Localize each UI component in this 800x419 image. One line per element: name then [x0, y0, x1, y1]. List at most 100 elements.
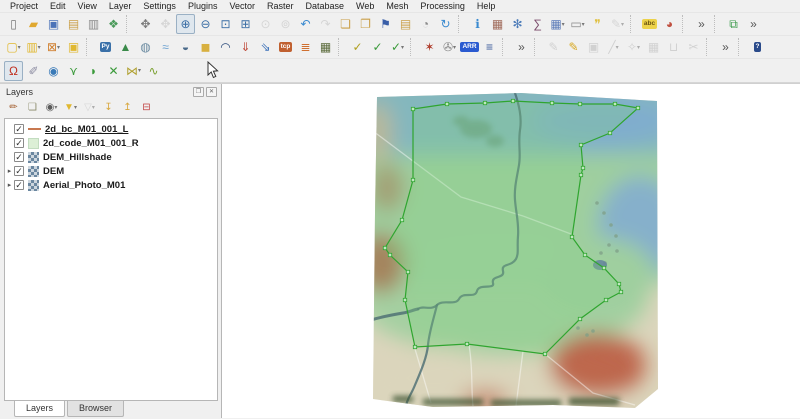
new-bookmark-icon[interactable]: ⚑	[376, 14, 395, 34]
modify-attributes-icon[interactable]: ▦	[644, 37, 663, 57]
zoom-to-selection-icon[interactable]: ⊙	[256, 14, 275, 34]
dropdown-arrow-icon[interactable]: ▾	[453, 44, 456, 51]
save-edits-icon[interactable]: ▣	[584, 37, 603, 57]
dropdown-arrow-icon[interactable]: ▾	[582, 21, 585, 28]
layout-manager-icon[interactable]: ▥	[84, 14, 103, 34]
enable-snapping-icon[interactable]: Ω	[4, 60, 23, 81]
layer-visibility-checkbox[interactable]: ✓	[14, 152, 24, 162]
export-features-icon[interactable]: ⇘	[256, 37, 275, 57]
current-edits-icon[interactable]: ✎	[544, 37, 563, 57]
zoom-full-icon[interactable]: ⊞	[236, 14, 255, 34]
new-project-icon[interactable]: ▯	[4, 14, 23, 34]
refresh-icon[interactable]: ↻	[436, 14, 455, 34]
tab-layers[interactable]: Layers	[14, 401, 66, 417]
menu-settings[interactable]: Settings	[137, 1, 182, 11]
menu-web[interactable]: Web	[350, 1, 380, 11]
layer-item[interactable]: ▸ ✓ DEM	[5, 164, 217, 178]
layer-item[interactable]: ▸ ✓ Aerial_Photo_M01	[5, 178, 217, 192]
dropdown-arrow-icon[interactable]: ▾	[637, 44, 640, 51]
new-print-layout-icon[interactable]: ▤	[64, 14, 83, 34]
expander-icon[interactable]: ▸	[5, 167, 14, 175]
close-panel-button[interactable]: ✕	[206, 87, 217, 97]
toolbar-overflow-4[interactable]: »	[716, 37, 735, 57]
zoom-out-icon[interactable]: ⊖	[196, 14, 215, 34]
import-features-icon[interactable]: ⇓	[236, 37, 255, 57]
zoom-in-icon[interactable]: ⊕	[176, 14, 195, 34]
dropdown-arrow-icon[interactable]: ▾	[92, 104, 95, 111]
toolbar-overflow-1[interactable]: »	[692, 14, 711, 34]
select-features-icon[interactable]: ▢ ▾	[4, 37, 23, 57]
zoom-next-icon[interactable]: ↷	[316, 14, 335, 34]
manage-map-themes-icon[interactable]: ◉ ▾	[43, 99, 60, 116]
menu-plugins[interactable]: Plugins	[182, 1, 224, 11]
cut-features-icon[interactable]: ✂	[684, 37, 703, 57]
dropdown-arrow-icon[interactable]: ▾	[57, 44, 60, 51]
pan-map-icon[interactable]: ✥	[136, 14, 155, 34]
statistical-summary-icon[interactable]: ▦	[488, 14, 507, 34]
diagram-toolbar-icon[interactable]: ◕	[660, 14, 679, 34]
zoom-to-layer-icon[interactable]: ⊚	[276, 14, 295, 34]
select-by-value-icon[interactable]: ▥ ▾	[24, 37, 43, 57]
layer-item[interactable]: ▸✓2d_code_M01_001_R	[5, 136, 217, 150]
layer-visibility-checkbox[interactable]: ✓	[14, 138, 24, 148]
add-layer-icon[interactable]: ⧉	[724, 14, 743, 34]
open-project-icon[interactable]: ▰	[24, 14, 43, 34]
layer-visibility-checkbox[interactable]: ✓	[14, 166, 24, 176]
style-manager-icon[interactable]: ❖	[104, 14, 123, 34]
layer-visibility-checkbox[interactable]: ✓	[14, 124, 24, 134]
dropdown-arrow-icon[interactable]: ▾	[54, 104, 57, 111]
arr-plugin-icon[interactable]: ARR	[460, 37, 479, 57]
layer-styling-icon[interactable]: ≣	[296, 37, 315, 57]
menu-help[interactable]: Help	[471, 1, 502, 11]
check-validity-icon[interactable]: ✓	[368, 37, 387, 57]
filter-legend-icon[interactable]: ▼ ▾	[62, 99, 79, 116]
map-canvas[interactable]	[222, 84, 800, 418]
cross-tool-icon[interactable]: ✕	[104, 61, 123, 81]
data-table-plugin-icon[interactable]: ≡	[480, 37, 499, 57]
measure-icon[interactable]: ▭ ▾	[568, 14, 587, 34]
menu-edit[interactable]: Edit	[44, 1, 72, 11]
attribute-table-icon[interactable]: ▦ ▾	[548, 14, 567, 34]
tab-browser[interactable]: Browser	[67, 401, 125, 417]
layer-visibility-checkbox[interactable]: ✓	[14, 180, 24, 190]
filter-by-expression-icon[interactable]: ▽ ▾	[81, 99, 98, 116]
layer-item[interactable]: ▸✓2d_bc_M01_001_L	[5, 122, 217, 136]
tcp-connection-icon[interactable]: tcp	[276, 37, 295, 57]
raster-image-icon[interactable]: ▦	[316, 37, 335, 57]
temporal-controller-icon[interactable]: ◔	[416, 14, 435, 34]
float-panel-button[interactable]: ❐	[193, 87, 204, 97]
grass-tools-icon[interactable]: ✶	[420, 37, 439, 57]
show-bookmarks-icon[interactable]: ▤	[396, 14, 415, 34]
check-geometry-icon[interactable]: ✓	[348, 37, 367, 57]
processing-toolbox-icon[interactable]: ✻	[508, 14, 527, 34]
dropdown-arrow-icon[interactable]: ▾	[38, 44, 41, 51]
layer-item[interactable]: ▸✓DEM_Hillshade	[5, 150, 217, 164]
pan-to-selection-icon[interactable]: ✥	[156, 14, 175, 34]
dropdown-arrow-icon[interactable]: ▾	[401, 44, 404, 51]
layer-tree[interactable]: ▸✓2d_bc_M01_001_L▸✓2d_code_M01_001_R▸✓DE…	[4, 118, 218, 401]
expand-all-icon[interactable]: ↧	[100, 99, 117, 116]
new-3d-map-view-icon[interactable]: ❐	[356, 14, 375, 34]
identify-features-icon[interactable]: ℹ	[468, 14, 487, 34]
tracing-tool-icon[interactable]: ✐	[24, 61, 43, 81]
menu-layer[interactable]: Layer	[103, 1, 138, 11]
expander-icon[interactable]: ▸	[5, 181, 14, 189]
polygon-tool-icon[interactable]: ◗	[84, 61, 103, 81]
vertex-tool-icon[interactable]: ✧ ▾	[624, 37, 643, 57]
new-map-view-icon[interactable]: ❏	[336, 14, 355, 34]
dropdown-arrow-icon[interactable]: ▾	[18, 44, 21, 51]
annotations-icon[interactable]: ✎ ▾	[608, 14, 627, 34]
zigzag-tool-icon[interactable]: ∿	[144, 61, 163, 81]
add-geopackage-layer-icon[interactable]: ◍	[136, 37, 155, 57]
add-group-icon[interactable]: ❏	[24, 99, 41, 116]
menu-view[interactable]: View	[72, 1, 103, 11]
dropdown-arrow-icon[interactable]: ▾	[616, 44, 619, 51]
remove-layer-icon[interactable]: ⊟	[138, 99, 155, 116]
add-oracle-layer-icon[interactable]: ◠	[216, 37, 235, 57]
label-toolbar-icon[interactable]: abc	[640, 14, 659, 34]
menu-database[interactable]: Database	[300, 1, 351, 11]
menu-project[interactable]: Project	[4, 1, 44, 11]
deselect-all-icon[interactable]: ⊠ ▾	[44, 37, 63, 57]
check-single-icon[interactable]: ✓ ▾	[388, 37, 407, 57]
add-virtual-layer-icon[interactable]: ≈	[156, 37, 175, 57]
